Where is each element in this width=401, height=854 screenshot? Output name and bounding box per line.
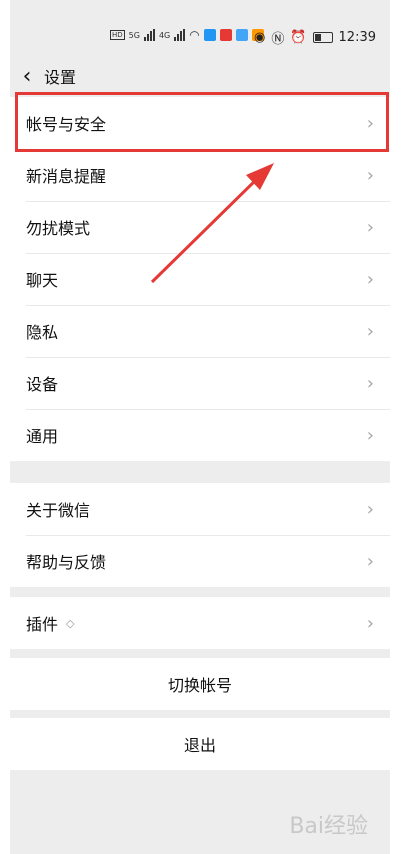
chevron-right-icon: › [366, 320, 374, 342]
network-4g-label: 4G [158, 30, 171, 40]
settings-item-label: 新消息提醒 [26, 167, 107, 186]
status-left: HD 5G 4G ◠ [110, 28, 264, 42]
settings-item-label: 通用 [26, 427, 59, 446]
app-icon-blue [203, 29, 216, 41]
settings-item-label: 勿扰模式 [26, 219, 91, 238]
switch-account-button[interactable]: 切换帐号 [10, 658, 390, 710]
alarm-icon: ⏰ [290, 30, 307, 45]
page-title: 设置 [44, 68, 77, 87]
app-icon-lightblue [235, 29, 248, 41]
settings-item-plugins-label-wrap: 插件 ◇ [26, 611, 74, 635]
settings-item-label: 插件 [26, 615, 59, 634]
shield-icon: ◇ [66, 616, 75, 630]
signal-icon-2 [174, 29, 186, 41]
chevron-right-icon: › [366, 424, 374, 446]
back-arrow-icon[interactable]: ‹ [10, 64, 44, 89]
status-time: 12:39 [338, 30, 376, 45]
network-5g-label: 5G [128, 30, 140, 40]
settings-item-label: 关于微信 [26, 501, 91, 520]
signal-icon [143, 29, 155, 41]
settings-item-help-feedback[interactable]: 帮助与反馈 › [10, 535, 390, 587]
status-right: ◉ Ⓝ ⏰ 12:39 [254, 28, 376, 47]
status-bar: HD 5G 4G ◠ ◉ Ⓝ ⏰ 12:39 [10, 0, 390, 68]
logout-group: 退出 [10, 718, 390, 770]
logout-button[interactable]: 退出 [10, 718, 390, 770]
settings-item-privacy[interactable]: 隐私 › [10, 305, 390, 357]
chevron-right-icon: › [366, 372, 374, 394]
settings-item-label: 帮助与反馈 [26, 553, 107, 572]
eye-icon: ◉ [253, 30, 266, 45]
highlight-box [15, 92, 389, 152]
settings-item-chat[interactable]: 聊天 › [10, 253, 390, 305]
watermark-logo: Bai经验 [289, 814, 368, 839]
chevron-right-icon: › [366, 550, 374, 572]
settings-group-plugins: 插件 ◇ › [10, 597, 390, 649]
chevron-right-icon: › [366, 268, 374, 290]
title-bar: ‹ 设置 [10, 60, 390, 92]
chevron-right-icon: › [366, 164, 374, 186]
app-icon-red [219, 29, 232, 41]
nfc-icon: Ⓝ [271, 32, 285, 47]
settings-item-devices[interactable]: 设备 › [10, 357, 390, 409]
settings-item-label: 设备 [26, 375, 59, 394]
wifi-icon: ◠ [189, 28, 200, 42]
settings-item-label: 隐私 [26, 323, 59, 342]
settings-item-new-message-alerts[interactable]: 新消息提醒 › [10, 149, 390, 201]
chevron-right-icon: › [366, 498, 374, 520]
settings-group-about: 关于微信 › 帮助与反馈 › [10, 483, 390, 587]
chevron-right-icon: › [366, 216, 374, 238]
battery-icon [312, 32, 333, 43]
switch-account-group: 切换帐号 [10, 658, 390, 710]
settings-item-plugins[interactable]: 插件 ◇ › [10, 597, 390, 649]
settings-item-general[interactable]: 通用 › [10, 409, 390, 461]
settings-item-label: 聊天 [26, 271, 59, 290]
chevron-right-icon: › [366, 612, 374, 634]
settings-item-do-not-disturb[interactable]: 勿扰模式 › [10, 201, 390, 253]
settings-item-about-wechat[interactable]: 关于微信 › [10, 483, 390, 535]
hd-icon: HD [110, 30, 125, 40]
